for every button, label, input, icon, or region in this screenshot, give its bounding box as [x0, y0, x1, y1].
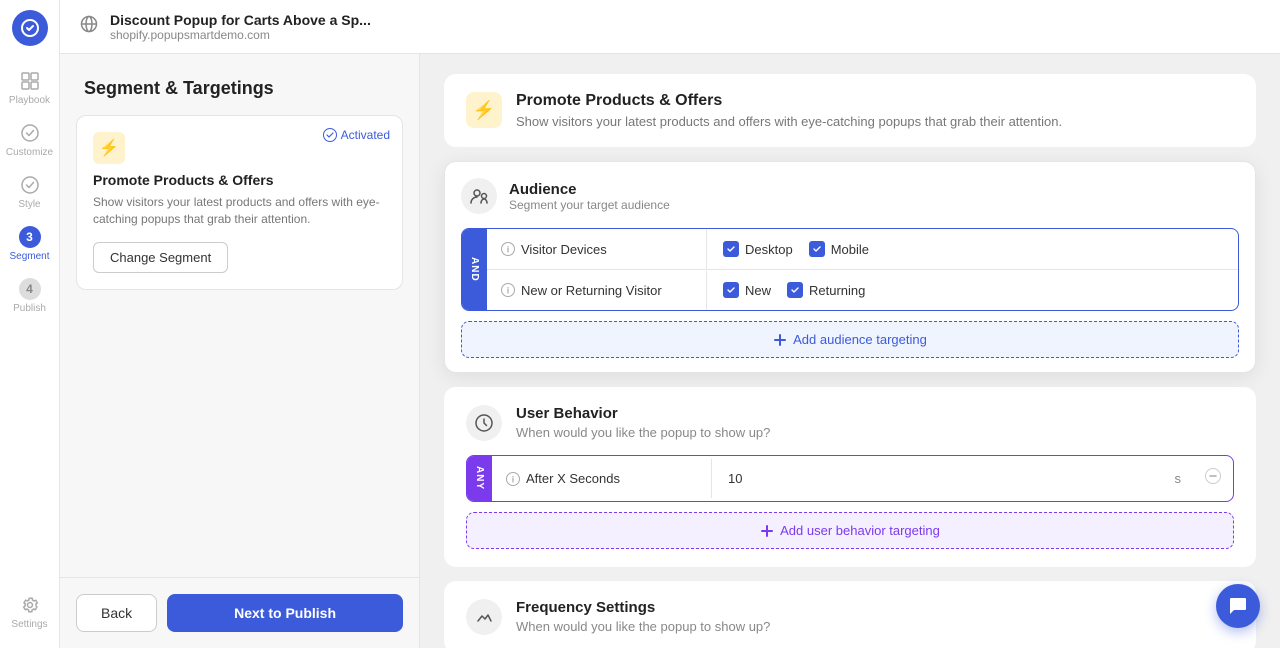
after-seconds-label: After X Seconds: [492, 459, 712, 498]
plus-icon-behavior: [760, 524, 774, 538]
grid-icon: [19, 70, 41, 92]
mobile-check-icon: [809, 241, 825, 257]
nav-item-segment[interactable]: 3 Segment: [0, 218, 59, 270]
back-button[interactable]: Back: [76, 594, 157, 632]
campaign-desc: Show visitors your latest products and o…: [516, 114, 1062, 129]
campaign-card: ⚡ Promote Products & Offers Show visitor…: [444, 74, 1256, 147]
behavior-icon: [466, 405, 502, 441]
nav-item-playbook[interactable]: Playbook: [0, 62, 59, 114]
check-circle-icon: [19, 122, 41, 144]
audience-targeting-block: AND Visitor Devices: [461, 228, 1239, 311]
left-nav: Playbook Customize Style 3 Segment 4 Pub…: [0, 0, 60, 648]
returning-visitor-options: New Returning: [707, 270, 1238, 310]
next-to-publish-button[interactable]: Next to Publish: [167, 594, 403, 632]
new-check-icon: [723, 282, 739, 298]
publish-badge: 4: [19, 278, 41, 300]
frequency-title: Frequency Settings: [516, 599, 770, 616]
segment-card-desc: Show visitors your latest products and o…: [93, 194, 386, 228]
returning-visitor-label: New or Returning Visitor: [487, 271, 707, 310]
plus-icon-audience: [773, 333, 787, 347]
desktop-checkbox[interactable]: Desktop: [723, 241, 793, 257]
nav-item-publish[interactable]: 4 Publish: [0, 270, 59, 322]
frequency-subtitle: When would you like the popup to show up…: [516, 619, 770, 634]
nav-label-style: Style: [18, 199, 40, 210]
and-badge: AND: [462, 229, 487, 310]
check-circle-badge-icon: [323, 128, 337, 142]
behavior-targeting-block: ANY After X Seconds 10 s: [466, 455, 1234, 502]
audience-icon: [461, 178, 497, 214]
after-seconds-value: 10: [712, 459, 1163, 498]
visitor-devices-label: Visitor Devices: [487, 230, 707, 269]
header-title: Discount Popup for Carts Above a Sp...: [110, 12, 371, 28]
settings-icon: [19, 594, 41, 616]
any-badge: ANY: [467, 456, 492, 501]
returning-check-icon: [787, 282, 803, 298]
remove-behavior-button[interactable]: [1193, 456, 1233, 501]
new-checkbox[interactable]: New: [723, 282, 771, 298]
chat-icon: [1227, 595, 1249, 617]
frequency-header: Frequency Settings When would you like t…: [466, 599, 1234, 635]
info-icon-visitor: [501, 283, 515, 297]
campaign-icon: ⚡: [466, 92, 502, 128]
audience-header: Audience Segment your target audience: [461, 178, 1239, 214]
nav-item-customize[interactable]: Customize: [0, 114, 59, 166]
behavior-subtitle: When would you like the popup to show up…: [516, 425, 770, 440]
visitor-devices-row: Visitor Devices Desktop: [487, 229, 1238, 270]
add-audience-targeting-button[interactable]: Add audience targeting: [461, 321, 1239, 358]
campaign-title: Promote Products & Offers: [516, 92, 1062, 110]
nav-settings[interactable]: Settings: [0, 586, 60, 638]
segment-card-title: Promote Products & Offers: [93, 172, 386, 188]
globe-icon: [80, 15, 98, 38]
audience-subtitle: Segment your target audience: [509, 198, 670, 212]
returning-visitor-row: New or Returning Visitor New: [487, 270, 1238, 310]
audience-card: Audience Segment your target audience AN…: [444, 161, 1256, 373]
info-icon-devices: [501, 242, 515, 256]
nav-item-style[interactable]: Style: [0, 166, 59, 218]
visitor-devices-options: Desktop Mobile: [707, 229, 1238, 269]
main-content: ⚡ Promote Products & Offers Show visitor…: [420, 54, 1280, 648]
activated-badge: Activated: [323, 128, 390, 142]
info-icon-seconds: [506, 472, 520, 486]
nav-label-customize: Customize: [6, 147, 53, 158]
chat-button[interactable]: [1216, 584, 1260, 628]
segment-card-icon: ⚡: [93, 132, 125, 164]
mobile-checkbox[interactable]: Mobile: [809, 241, 869, 257]
audience-title: Audience: [509, 181, 670, 198]
change-segment-button[interactable]: Change Segment: [93, 242, 228, 273]
sidebar-footer: Back Next to Publish: [60, 577, 419, 648]
returning-checkbox[interactable]: Returning: [787, 282, 865, 298]
add-behavior-targeting-button[interactable]: Add user behavior targeting: [466, 512, 1234, 549]
after-seconds-row: After X Seconds 10 s: [492, 456, 1233, 501]
header-url: shopify.popupsmartdemo.com: [110, 28, 371, 42]
frequency-card: Frequency Settings When would you like t…: [444, 581, 1256, 648]
nav-label-playbook: Playbook: [9, 95, 50, 106]
desktop-check-icon: [723, 241, 739, 257]
frequency-icon: [466, 599, 502, 635]
top-header: Discount Popup for Carts Above a Sp... s…: [60, 0, 1280, 54]
user-behavior-header: User Behavior When would you like the po…: [466, 405, 1234, 441]
nav-logo[interactable]: [12, 10, 48, 46]
sidebar: Segment & Targetings Activated ⚡ Promote…: [60, 54, 420, 648]
seconds-unit: s: [1163, 459, 1194, 498]
nav-label-segment: Segment: [9, 251, 49, 262]
nav-label-publish: Publish: [13, 303, 46, 314]
sidebar-title: Segment & Targetings: [60, 54, 419, 115]
user-behavior-card: User Behavior When would you like the po…: [444, 387, 1256, 567]
behavior-title: User Behavior: [516, 405, 770, 422]
segment-card: Activated ⚡ Promote Products & Offers Sh…: [76, 115, 403, 290]
style-check-icon: [19, 174, 41, 196]
nav-label-settings: Settings: [11, 619, 47, 630]
segment-badge: 3: [19, 226, 41, 248]
